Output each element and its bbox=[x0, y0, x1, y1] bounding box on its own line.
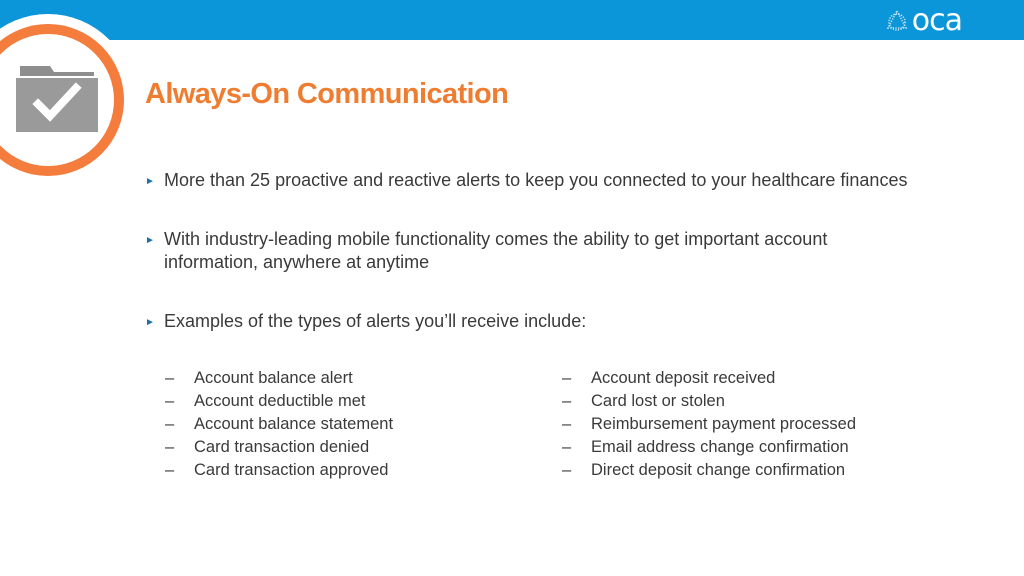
brand-name: oca bbox=[911, 3, 963, 38]
alert-item: – Account balance alert bbox=[165, 367, 393, 390]
alert-item: – Card transaction approved bbox=[165, 459, 393, 482]
alert-label: Email address change confirmation bbox=[591, 438, 849, 456]
alert-label: Account deposit received bbox=[591, 369, 776, 387]
alert-list-left: – Account balance alert – Account deductib… bbox=[165, 367, 393, 482]
bullet-item: ► More than 25 proactive and reactive al… bbox=[145, 169, 964, 193]
bullet-text: With industry-leading mobile functionali… bbox=[164, 229, 828, 272]
alert-label: Account balance statement bbox=[194, 415, 394, 433]
alert-label: Account balance alert bbox=[194, 369, 353, 387]
alert-label: Card lost or stolen bbox=[591, 392, 725, 410]
folder-check-icon bbox=[16, 66, 98, 132]
alert-item: – Direct deposit change confirmation bbox=[562, 459, 856, 482]
dash-icon: – bbox=[562, 461, 572, 479]
alert-item: – Card transaction denied bbox=[165, 436, 393, 459]
alert-item: – Account balance statement bbox=[165, 413, 393, 436]
dash-icon: – bbox=[165, 461, 175, 479]
dash-icon: – bbox=[562, 369, 572, 387]
bullet-item: ► Examples of the types of alerts you’ll… bbox=[145, 310, 964, 334]
bullet-text: More than 25 proactive and reactive aler… bbox=[164, 170, 908, 190]
dash-icon: – bbox=[165, 415, 175, 433]
dash-icon: – bbox=[165, 438, 175, 456]
page-title: Always-On Communication bbox=[145, 78, 509, 110]
alert-label: Card transaction approved bbox=[194, 461, 389, 479]
dash-icon: – bbox=[562, 392, 572, 410]
alert-item: – Reimbursement payment processed bbox=[562, 413, 856, 436]
triangle-bullet-icon: ► bbox=[145, 235, 155, 246]
triangle-bullet-icon: ► bbox=[145, 317, 155, 328]
alert-item: – Card lost or stolen bbox=[562, 390, 856, 413]
dash-icon: – bbox=[562, 438, 572, 456]
dash-icon: – bbox=[165, 392, 175, 410]
oca-logo-mark-icon bbox=[886, 9, 908, 31]
alert-label: Card transaction denied bbox=[194, 438, 370, 456]
triangle-bullet-icon: ► bbox=[145, 176, 155, 187]
dash-icon: – bbox=[165, 369, 175, 387]
alert-label: Reimbursement payment processed bbox=[591, 415, 857, 433]
alert-label: Account deductible met bbox=[194, 392, 366, 410]
alert-item: – Account deductible met bbox=[165, 390, 393, 413]
alert-label: Direct deposit change confirmation bbox=[591, 461, 846, 479]
bullet-text: Examples of the types of alerts you’ll r… bbox=[164, 311, 587, 331]
alert-list-right: – Account deposit received – Card lost or … bbox=[562, 367, 856, 482]
dash-icon: – bbox=[562, 415, 572, 433]
alert-item: – Email address change confirmation bbox=[562, 436, 856, 459]
header-bar: oca bbox=[0, 0, 1024, 40]
alert-item: – Account deposit received bbox=[562, 367, 856, 390]
bullet-item: ► With industry-leading mobile functiona… bbox=[145, 228, 924, 274]
oca-logo: oca bbox=[885, 3, 963, 38]
